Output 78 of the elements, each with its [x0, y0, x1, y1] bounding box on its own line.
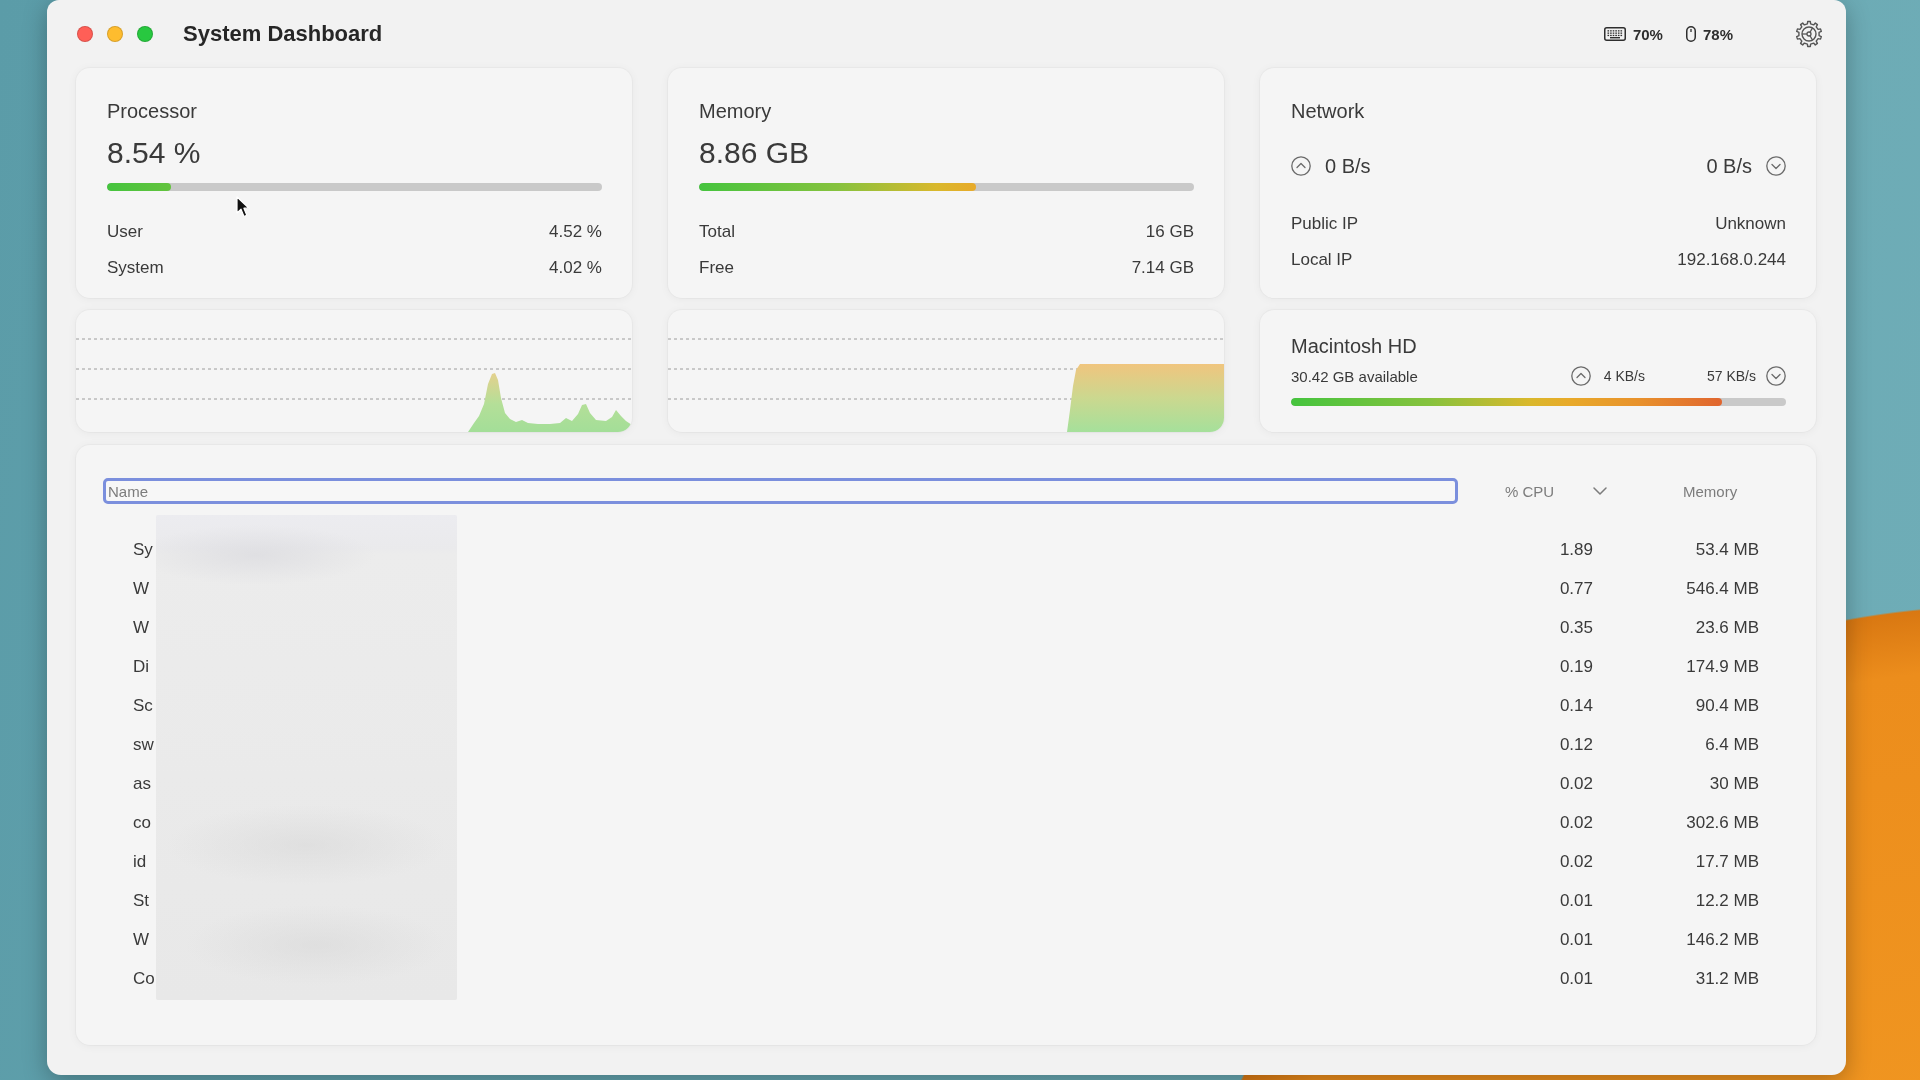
column-header[interactable]: % CPU	[1478, 478, 1623, 504]
battery-percentage: 70%	[1632, 25, 1663, 43]
upload-rate: 4 KB/s	[1603, 368, 1645, 384]
column-header[interactable]: Memory	[1643, 478, 1759, 504]
chevron-up-circle-icon	[1570, 366, 1591, 386]
table-cell: W	[133, 617, 150, 637]
table-cell: St	[133, 890, 150, 910]
stat-value: Unknown	[1715, 213, 1786, 235]
stat-label: User	[107, 221, 143, 243]
table-cell: 90.4 MB	[1695, 695, 1759, 715]
table-cell: 302.6 MB	[1686, 812, 1759, 832]
table-cell: 0.35	[1559, 617, 1593, 637]
table-cell: 0.01	[1559, 929, 1593, 949]
settings-button[interactable]	[1795, 20, 1823, 48]
table-cell: 1.89	[1559, 539, 1593, 559]
table-cell: 0.19	[1559, 656, 1593, 676]
card-title: Memory	[699, 99, 772, 123]
table-cell: 30 MB	[1709, 773, 1759, 793]
table-cell: 17.7 MB	[1695, 851, 1759, 871]
stat-label: Total	[699, 221, 735, 243]
stat-value: 192.168.0.244	[1677, 249, 1786, 271]
table-cell: Di	[133, 656, 150, 676]
table-cell: 0.02	[1559, 773, 1593, 793]
table-cell: 0.01	[1559, 968, 1593, 988]
stat-value: 4.02 %	[549, 257, 602, 279]
table-cell: 174.9 MB	[1686, 656, 1759, 676]
table-cell: 53.4 MB	[1695, 539, 1759, 559]
column-header[interactable]: Name	[103, 478, 1458, 504]
stat-label: Free	[699, 257, 734, 279]
table-cell: 546.4 MB	[1686, 578, 1759, 598]
minimize-button[interactable]	[107, 26, 123, 42]
table-cell: sw	[133, 734, 154, 754]
table-cell: 0.01	[1559, 890, 1593, 910]
stat-value: 7.14 GB	[1131, 257, 1194, 279]
window-title: System Dashboard	[183, 21, 383, 47]
table-cell: 0.02	[1559, 851, 1593, 871]
stat-label: Public IP	[1291, 213, 1359, 235]
table-cell: 146.2 MB	[1686, 929, 1759, 949]
table-cell: W	[133, 578, 150, 598]
table-cell: Co	[133, 968, 155, 988]
table-cell: 0.12	[1559, 734, 1593, 754]
table-cell: W	[133, 929, 150, 949]
table-cell: Sc	[133, 695, 153, 715]
stat-label: System	[107, 257, 164, 279]
table-cell: 6.4 MB	[1705, 734, 1759, 754]
close-button[interactable]	[77, 26, 93, 42]
table-cell: 12.2 MB	[1695, 890, 1759, 910]
card-title: Macintosh HD	[1291, 334, 1417, 358]
zoom-button[interactable]	[137, 26, 153, 42]
download-rate: 0 B/s	[1706, 154, 1752, 178]
stat-value: 4.52 %	[549, 221, 602, 243]
table-cell: 0.14	[1559, 695, 1593, 715]
table-cell: 0.77	[1559, 578, 1593, 598]
battery-percentage: 78%	[1702, 25, 1733, 43]
stat-label: Local IP	[1291, 249, 1353, 271]
pointer-cursor-icon	[236, 196, 250, 218]
keyboard-icon	[1603, 27, 1626, 41]
card-title: Network	[1291, 99, 1365, 123]
table-cell: id	[133, 851, 147, 871]
gear-icon	[1795, 20, 1823, 48]
chevron-down-circle-icon	[1766, 366, 1786, 386]
card-title: Processor	[107, 99, 198, 123]
table-cell: 0.02	[1559, 812, 1593, 832]
table-cell: 31.2 MB	[1695, 968, 1759, 988]
chevron-down-circle-icon	[1766, 156, 1786, 176]
chevron-up-circle-icon	[1291, 156, 1311, 176]
metric-value: 8.86 GB	[699, 135, 810, 171]
mouse-icon	[1685, 26, 1696, 42]
upload-rate: 0 B/s	[1325, 154, 1371, 178]
stat-value: 16 GB	[1145, 221, 1194, 243]
table-cell: as	[133, 773, 151, 793]
chevron-down-icon	[1593, 487, 1607, 495]
disk-available: 30.42 GB available	[1291, 367, 1418, 385]
download-rate: 57 KB/s	[1706, 368, 1756, 384]
table-cell: Sy	[133, 539, 153, 559]
metric-value: 8.54 %	[107, 135, 201, 171]
table-cell: co	[133, 812, 151, 832]
table-cell: 23.6 MB	[1695, 617, 1759, 637]
